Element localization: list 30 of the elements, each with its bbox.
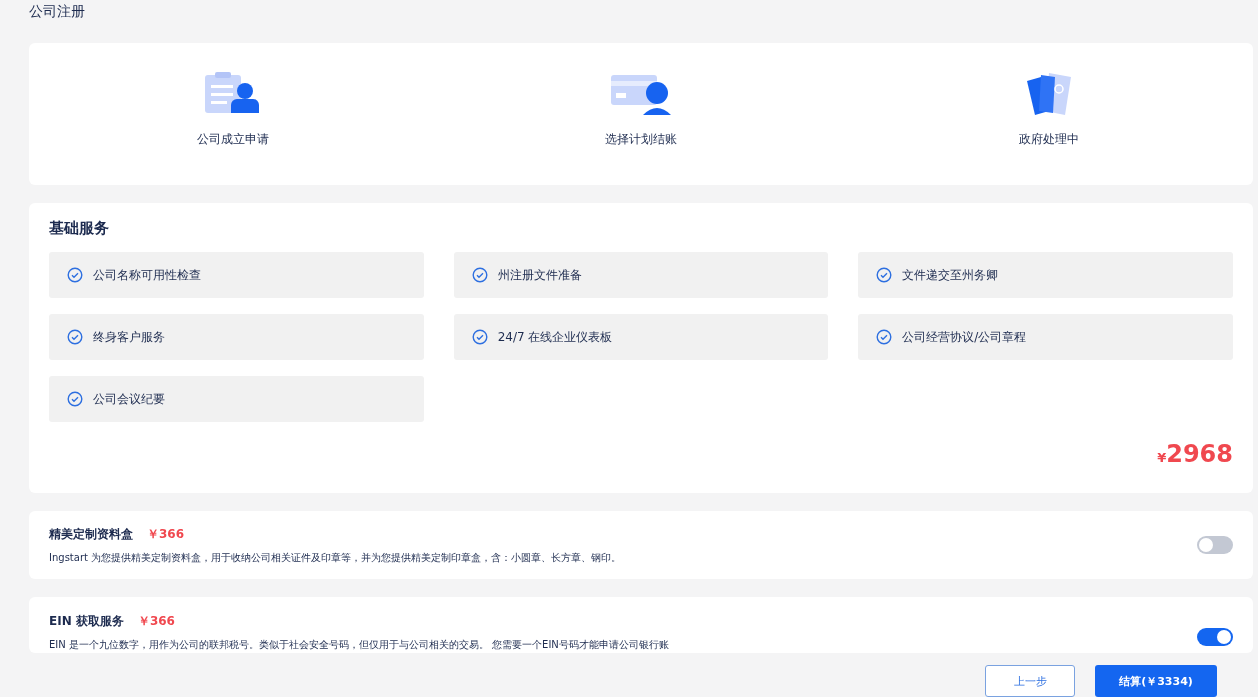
service-item: 公司名称可用性检查 <box>49 252 424 298</box>
service-item: 终身客户服务 <box>49 314 424 360</box>
addon-price: ￥366 <box>137 613 175 630</box>
section-title: 基础服务 <box>49 219 110 238</box>
addon-description: EIN 是一个九位数字，用作为公司的联邦税号。类似于社会安全号码，但仅用于与公司相关的交易。 您需要一个EIN号码才能申请公司银行账 <box>49 638 669 652</box>
service-item: 公司会议纪要 <box>49 376 424 422</box>
service-item: 24/7 在线企业仪表板 <box>453 314 829 360</box>
page-title: 公司注册 <box>29 2 86 21</box>
back-button[interactable]: 上一步 <box>985 665 1075 697</box>
service-item: 州注册文件准备 <box>453 252 829 298</box>
addon-price: ￥366 <box>147 525 185 543</box>
check-circle-icon <box>471 267 488 283</box>
toggle-switch[interactable] <box>1197 628 1233 646</box>
step-label: 政府处理中 <box>1019 131 1079 148</box>
addon-name: EIN 获取服务 <box>49 613 124 630</box>
check-circle-icon <box>67 391 83 407</box>
addon-name: 精美定制资料盒 <box>49 525 133 543</box>
service-item: 文件递交至州务卿 <box>858 252 1233 298</box>
step-label: 公司成立申请 <box>197 131 269 148</box>
check-circle-icon <box>876 329 893 345</box>
check-circle-icon <box>67 329 83 345</box>
step-label: 选择计划结账 <box>605 131 677 148</box>
addon-description: Ingstart 为您提供精美定制资料盒，用于收纳公司相关证件及印章等，并为您提供精美定制印章盒，含：小圆章、长方章、钢印。 <box>49 550 622 565</box>
check-circle-icon <box>471 329 488 345</box>
toggle-switch[interactable] <box>1197 536 1233 554</box>
checkout-button[interactable]: 结算(￥3334) <box>1095 665 1217 697</box>
check-circle-icon <box>876 267 893 283</box>
check-circle-icon <box>67 267 83 283</box>
service-item: 公司经营协议/公司章程 <box>858 314 1233 360</box>
total-price: ¥2968 <box>1157 440 1233 468</box>
